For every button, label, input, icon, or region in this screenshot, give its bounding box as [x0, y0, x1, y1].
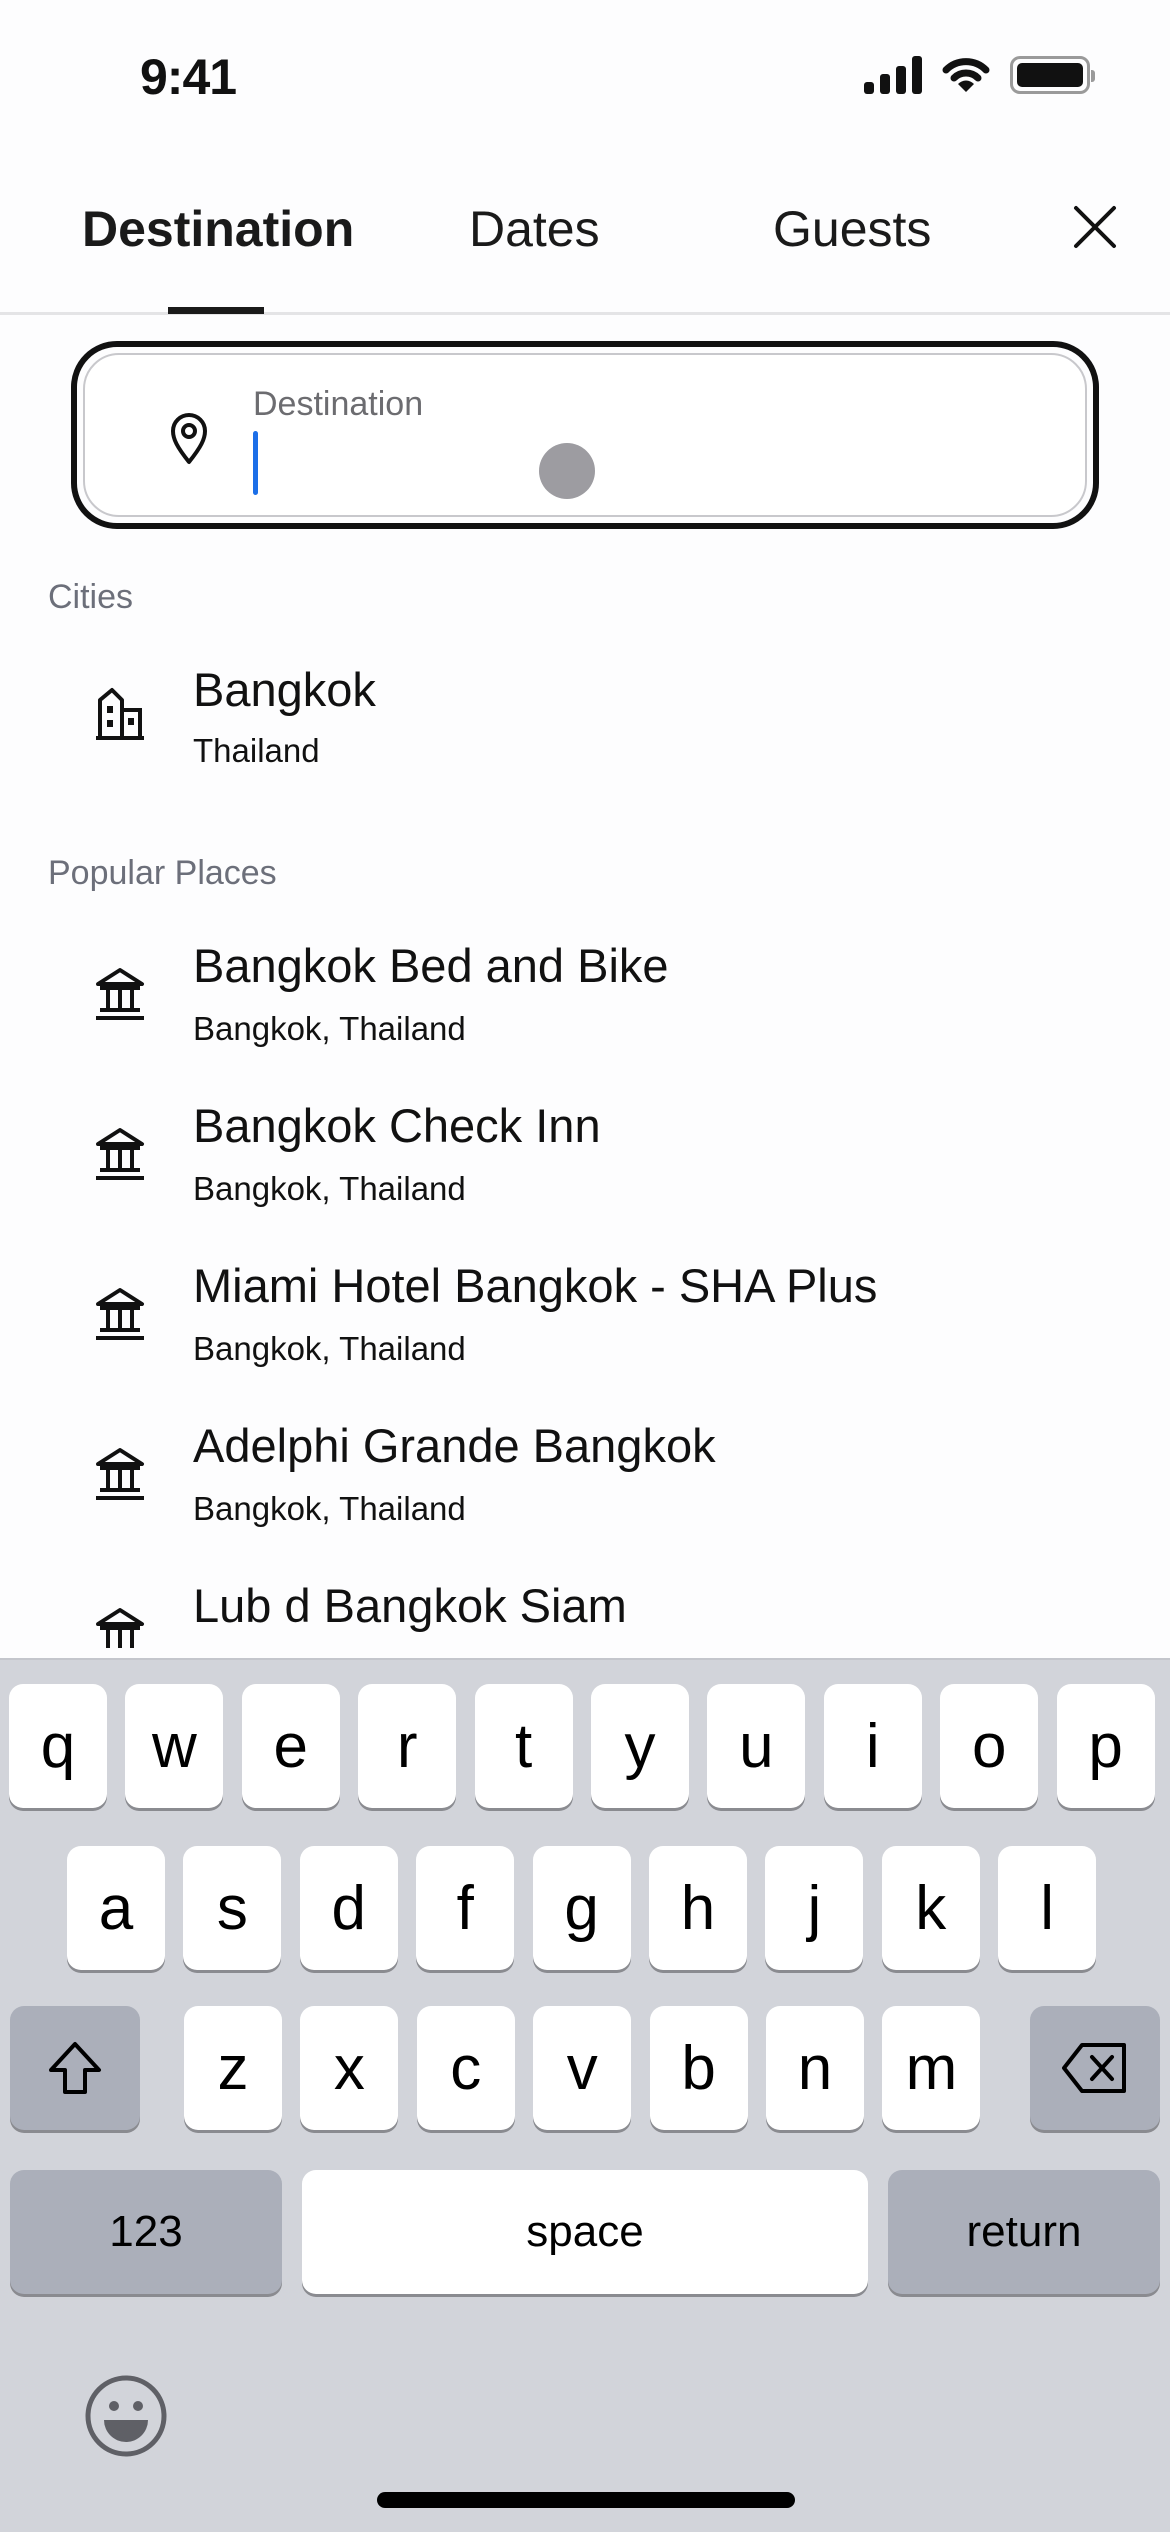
- list-item-subtitle: Bangkok, Thailand: [193, 1170, 466, 1207]
- key-w[interactable]: w: [125, 1684, 224, 1808]
- key-f[interactable]: f: [416, 1846, 515, 1970]
- numbers-key[interactable]: 123: [10, 2170, 282, 2294]
- key-p[interactable]: p: [1056, 1684, 1155, 1808]
- section-header-cities: Cities: [48, 578, 134, 616]
- touch-indicator: [539, 443, 595, 499]
- list-item-place[interactable]: Lub d Bangkok Siam: [0, 1578, 1170, 1658]
- key-u[interactable]: u: [707, 1684, 806, 1808]
- key-o[interactable]: o: [940, 1684, 1039, 1808]
- wifi-icon: [942, 58, 990, 92]
- key-k[interactable]: k: [881, 1846, 980, 1970]
- section-header-popular-places: Popular Places: [48, 854, 277, 892]
- key-b[interactable]: b: [649, 2006, 748, 2130]
- active-tab-indicator: [168, 307, 264, 314]
- landmark-icon: [96, 1288, 144, 1340]
- list-item-subtitle: Bangkok, Thailand: [193, 1490, 466, 1527]
- landmark-icon: [96, 1608, 144, 1648]
- emoji-smiley-icon[interactable]: [84, 2374, 168, 2458]
- city-buildings-icon: [96, 688, 144, 740]
- key-q[interactable]: q: [9, 1684, 107, 1808]
- list-item-title: Lub d Bangkok Siam: [193, 1579, 627, 1632]
- status-time: 9:41: [140, 49, 237, 105]
- on-screen-keyboard: qwertyuiop asdfghjkl zxcvbnm 123 space r…: [0, 1658, 1170, 2532]
- tab-bar: Destination Dates Guests: [0, 190, 1170, 315]
- key-e[interactable]: e: [241, 1684, 340, 1808]
- list-item-place[interactable]: Bangkok Check Inn Bangkok, Thailand: [0, 1098, 1170, 1248]
- list-item-title: Bangkok Check Inn: [193, 1099, 601, 1152]
- close-icon[interactable]: [1072, 204, 1118, 250]
- shift-key[interactable]: [10, 2006, 140, 2130]
- key-n[interactable]: n: [766, 2006, 864, 2130]
- key-h[interactable]: h: [649, 1846, 747, 1970]
- key-d[interactable]: d: [299, 1846, 398, 1970]
- key-c[interactable]: c: [416, 2006, 515, 2130]
- cellular-signal-icon: [864, 56, 922, 94]
- list-item-title: Adelphi Grande Bangkok: [193, 1419, 716, 1472]
- key-m[interactable]: m: [882, 2006, 981, 2130]
- space-key[interactable]: space: [302, 2170, 868, 2294]
- search-field-label: Destination: [253, 385, 424, 423]
- return-key[interactable]: return: [888, 2170, 1160, 2294]
- destination-search-box[interactable]: Destination: [71, 341, 1099, 529]
- list-item-subtitle: Bangkok, Thailand: [193, 1330, 466, 1367]
- delete-key[interactable]: [1030, 2006, 1160, 2130]
- list-item-place[interactable]: Adelphi Grande Bangkok Bangkok, Thailand: [0, 1418, 1170, 1568]
- key-i[interactable]: i: [823, 1684, 922, 1808]
- landmark-icon: [96, 1448, 144, 1500]
- list-item-subtitle: Bangkok, Thailand: [193, 1010, 466, 1047]
- list-item-place[interactable]: Bangkok Bed and Bike Bangkok, Thailand: [0, 938, 1170, 1088]
- key-l[interactable]: l: [998, 1846, 1097, 1970]
- list-item-place[interactable]: Miami Hotel Bangkok - SHA Plus Bangkok, …: [0, 1258, 1170, 1408]
- tab-guests[interactable]: Guests: [773, 200, 931, 258]
- key-j[interactable]: j: [765, 1846, 864, 1970]
- key-t[interactable]: t: [474, 1684, 573, 1808]
- key-x[interactable]: x: [300, 2006, 399, 2130]
- key-g[interactable]: g: [532, 1846, 631, 1970]
- key-z[interactable]: z: [184, 2006, 282, 2130]
- list-item-city[interactable]: Bangkok Thailand: [0, 662, 1170, 812]
- home-indicator: [377, 2492, 795, 2508]
- key-s[interactable]: s: [183, 1846, 282, 1970]
- shift-icon: [49, 2042, 101, 2094]
- key-a[interactable]: a: [67, 1846, 165, 1970]
- location-pin-icon: [171, 413, 207, 464]
- list-item-title: Bangkok Bed and Bike: [193, 939, 669, 992]
- text-caret: [253, 431, 258, 495]
- destination-input[interactable]: [253, 433, 1053, 493]
- key-r[interactable]: r: [358, 1684, 457, 1808]
- list-item-title: Bangkok: [193, 663, 376, 716]
- list-item-subtitle: Thailand: [193, 732, 320, 769]
- status-icons: [864, 56, 1095, 94]
- key-v[interactable]: v: [533, 2006, 632, 2130]
- battery-icon: [1010, 56, 1095, 94]
- tab-destination[interactable]: Destination: [82, 200, 354, 258]
- landmark-icon: [96, 968, 144, 1020]
- list-item-title: Miami Hotel Bangkok - SHA Plus: [193, 1259, 878, 1312]
- tab-dates[interactable]: Dates: [469, 200, 600, 258]
- landmark-icon: [96, 1128, 144, 1180]
- key-y[interactable]: y: [591, 1684, 689, 1808]
- delete-backspace-icon: [1062, 2043, 1126, 2093]
